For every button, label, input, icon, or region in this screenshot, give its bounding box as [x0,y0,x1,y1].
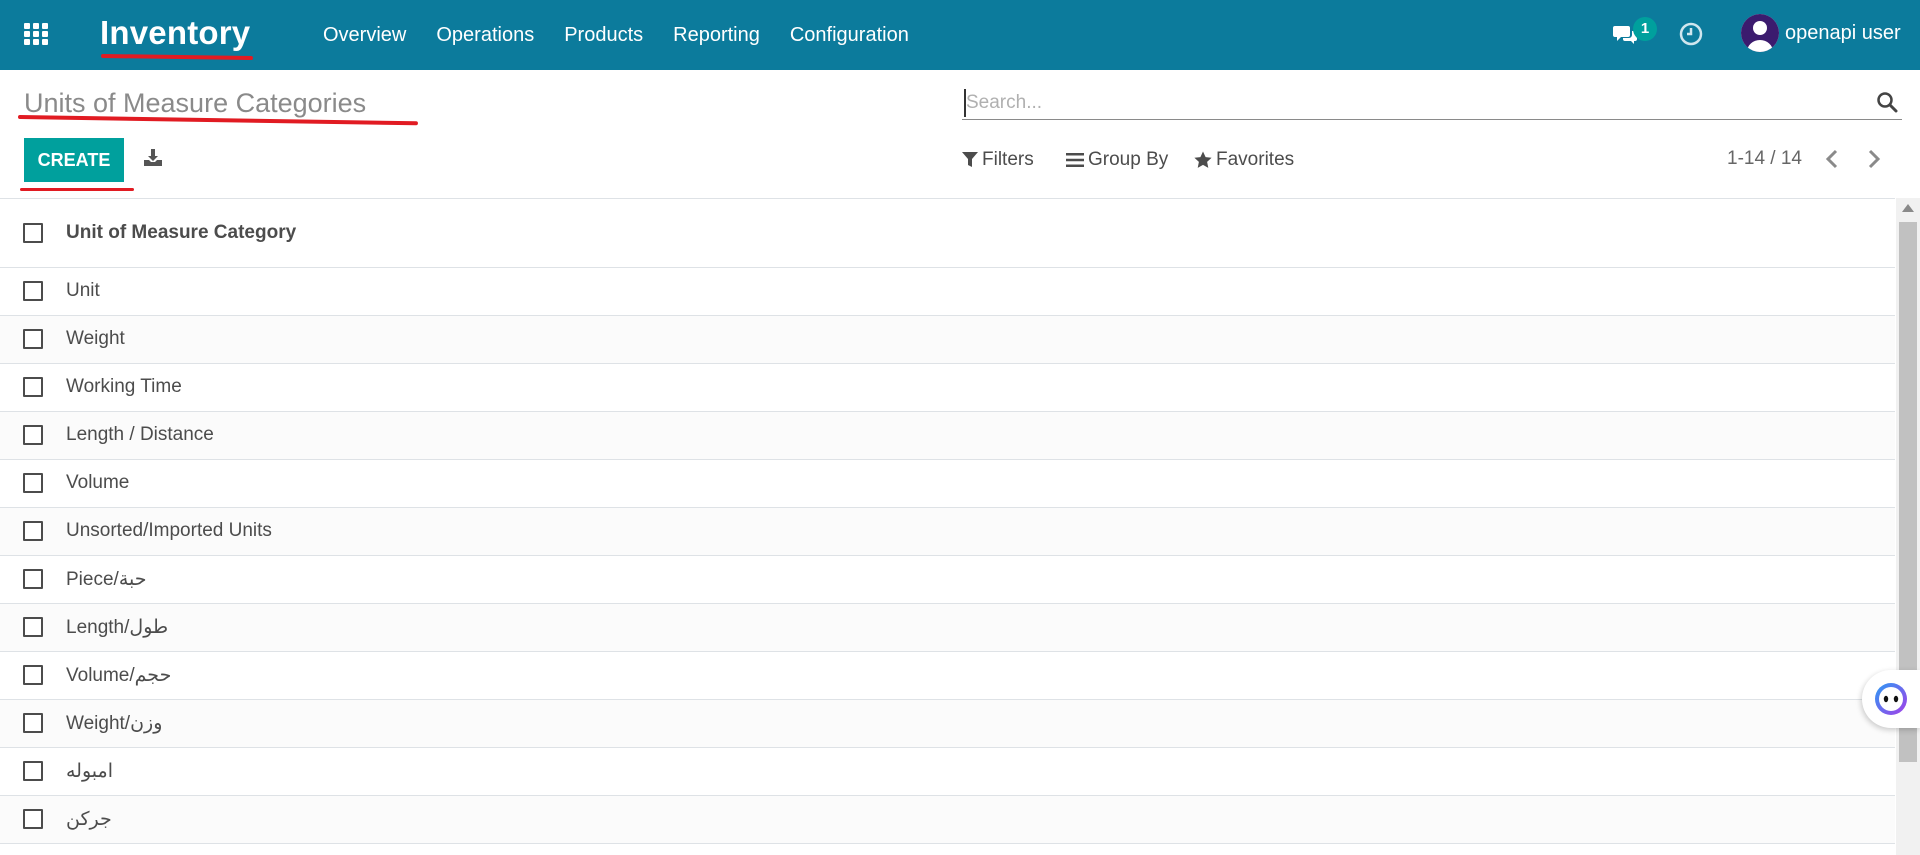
row-checkbox[interactable] [23,665,43,685]
main-menu: Overview Operations Products Reporting C… [323,0,939,70]
row-label: Unsorted/Imported Units [66,520,272,541]
row-label: امبوله [66,761,113,782]
group-by-label: Group By [1088,149,1169,170]
row-label: Volume/حجم [66,665,172,686]
row-label: جركن [66,809,112,830]
table-row[interactable]: جركن [0,796,1895,844]
table-row[interactable]: امبوله [0,748,1895,796]
filters-label: Filters [982,149,1034,170]
row-checkbox[interactable] [23,569,43,589]
scroll-up-arrow[interactable] [1902,204,1914,212]
row-label: Length/طول [66,617,169,638]
annotation-underline-app-title [100,53,254,61]
menu-item-overview[interactable]: Overview [323,24,406,47]
bot-assistant-button[interactable] [1862,670,1920,728]
create-button[interactable]: CREATE [24,138,124,182]
row-checkbox[interactable] [23,473,43,493]
row-label: Volume [66,472,130,493]
table-header: Unit of Measure Category [0,199,1895,268]
row-checkbox[interactable] [23,329,43,349]
row-checkbox[interactable] [23,281,43,301]
menu-item-operations[interactable]: Operations [436,24,534,47]
table-row[interactable]: Piece/حبة [0,556,1895,604]
filter-icon [962,152,978,167]
row-checkbox[interactable] [23,761,43,781]
top-navbar: Inventory Overview Operations Products R… [0,0,1920,70]
chat-badge: 1 [1633,17,1657,41]
page-title: Units of Measure Categories [24,88,367,118]
menu-item-products[interactable]: Products [564,24,643,47]
favorites-toggle[interactable]: Favorites [1194,148,1294,172]
row-label: Unit [66,280,100,301]
apps-grid-icon[interactable] [24,23,50,47]
table-row[interactable]: Working Time [0,364,1895,412]
row-checkbox[interactable] [23,425,43,445]
download-icon[interactable] [143,148,163,168]
table-row[interactable]: Volume/حجم [0,652,1895,700]
row-label: Weight/وزن [66,713,163,734]
search-icon[interactable] [1876,91,1898,113]
table-row[interactable]: Length/طول [0,604,1895,652]
row-label: Piece/حبة [66,569,147,590]
menu-item-reporting[interactable]: Reporting [673,24,760,47]
row-label: Weight [66,328,125,349]
row-checkbox[interactable] [23,809,43,829]
table-row[interactable]: Volume [0,460,1895,508]
table-row[interactable]: Unsorted/Imported Units [0,508,1895,556]
chevron-left-icon[interactable] [1822,147,1844,171]
search-input[interactable] [964,89,1844,117]
column-header-category[interactable]: Unit of Measure Category [66,222,296,244]
user-name[interactable]: openapi user [1785,22,1901,45]
search-bar [962,86,1902,120]
filters-toggle[interactable]: Filters [962,148,1034,172]
row-label: Length / Distance [66,424,214,445]
vertical-scrollbar[interactable] [1896,198,1920,855]
row-checkbox[interactable] [23,521,43,541]
group-by-icon [1066,153,1084,167]
table-row[interactable]: Weight [0,316,1895,364]
table-row[interactable]: Weight/وزن [0,700,1895,748]
user-avatar-icon[interactable] [1741,14,1779,52]
row-label: Working Time [66,376,182,397]
clock-icon[interactable] [1679,22,1703,46]
list-view: Unit of Measure Category Unit Weight Wor… [0,198,1895,855]
menu-item-configuration[interactable]: Configuration [790,24,909,47]
select-all-checkbox[interactable] [23,223,43,243]
chevron-right-icon[interactable] [1862,147,1884,171]
star-icon [1194,151,1212,168]
app-title[interactable]: Inventory [100,14,250,52]
bot-assistant-icon [1875,683,1907,715]
pager-value[interactable]: 1-14 / 14 [1727,148,1802,170]
row-checkbox[interactable] [23,713,43,733]
table-row[interactable]: Unit [0,268,1895,316]
table-row[interactable]: Length / Distance [0,412,1895,460]
favorites-label: Favorites [1216,149,1295,170]
row-checkbox[interactable] [23,377,43,397]
row-checkbox[interactable] [23,617,43,637]
annotation-underline-create [20,188,134,191]
group-by-toggle[interactable]: Group By [1066,148,1168,172]
